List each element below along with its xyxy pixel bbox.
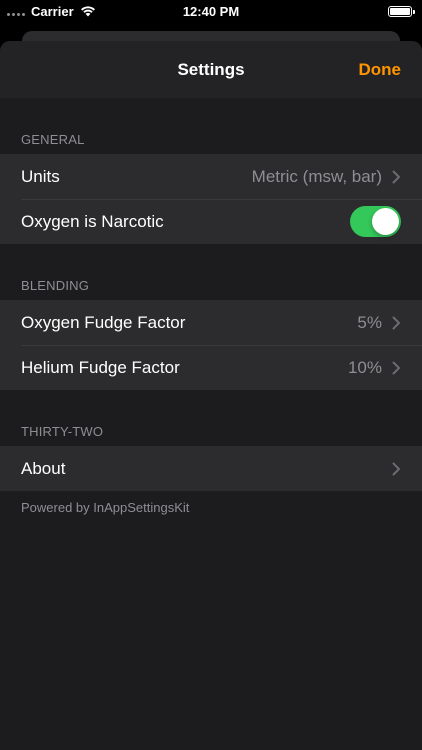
oxygen-narcotic-row: Oxygen is Narcotic <box>0 199 422 244</box>
chevron-right-icon <box>392 170 400 183</box>
oxygen-fudge-row[interactable]: Oxygen Fudge Factor 5% <box>0 300 422 345</box>
units-row[interactable]: Units Metric (msw, bar) <box>0 154 422 199</box>
section-header-general: GENERAL <box>21 132 85 147</box>
oxygen-narcotic-label: Oxygen is Narcotic <box>21 211 164 231</box>
battery-icon <box>388 5 415 17</box>
carrier-label: Carrier <box>31 3 74 19</box>
group-blending: Oxygen Fudge Factor 5% Helium Fudge Fact… <box>0 300 422 390</box>
oxygen-fudge-right: 5% <box>357 313 401 333</box>
helium-fudge-label: Helium Fudge Factor <box>21 357 180 377</box>
settings-sheet: Settings Done GENERAL Units Metric (msw,… <box>0 41 422 750</box>
section-header-thirty-two: THIRTY-TWO <box>21 424 104 439</box>
status-left: Carrier <box>7 4 96 19</box>
oxygen-narcotic-toggle[interactable] <box>350 206 401 237</box>
helium-fudge-right: 10% <box>348 358 401 378</box>
helium-fudge-row[interactable]: Helium Fudge Factor 10% <box>0 345 422 390</box>
battery-fill <box>390 7 410 15</box>
done-button[interactable]: Done <box>359 60 402 80</box>
oxygen-fudge-label: Oxygen Fudge Factor <box>21 312 186 332</box>
about-right <box>392 462 401 476</box>
group-thirty-two: About <box>0 446 422 491</box>
units-right: Metric (msw, bar) <box>252 167 401 187</box>
screen: Carrier 12:40 PM Settings Done GENERAL U… <box>0 0 422 750</box>
chevron-right-icon <box>392 462 400 475</box>
about-row[interactable]: About <box>0 446 422 491</box>
oxygen-fudge-value: 5% <box>357 312 382 332</box>
chevron-right-icon <box>392 361 400 374</box>
footer-text: Powered by InAppSettingsKit <box>21 500 190 515</box>
group-general: Units Metric (msw, bar) Oxygen is Narcot… <box>0 154 422 244</box>
units-label: Units <box>21 166 60 186</box>
section-header-blending: BLENDING <box>21 278 90 293</box>
wifi-icon <box>80 6 95 17</box>
chevron-right-icon <box>392 316 400 329</box>
navigation-bar: Settings Done <box>0 41 422 98</box>
signal-dots-icon <box>7 6 25 16</box>
units-value: Metric (msw, bar) <box>251 166 382 186</box>
helium-fudge-value: 10% <box>347 357 382 377</box>
status-bar: Carrier 12:40 PM <box>0 0 422 22</box>
about-label: About <box>21 458 66 478</box>
toggle-knob <box>372 208 399 235</box>
page-title: Settings <box>177 59 245 79</box>
